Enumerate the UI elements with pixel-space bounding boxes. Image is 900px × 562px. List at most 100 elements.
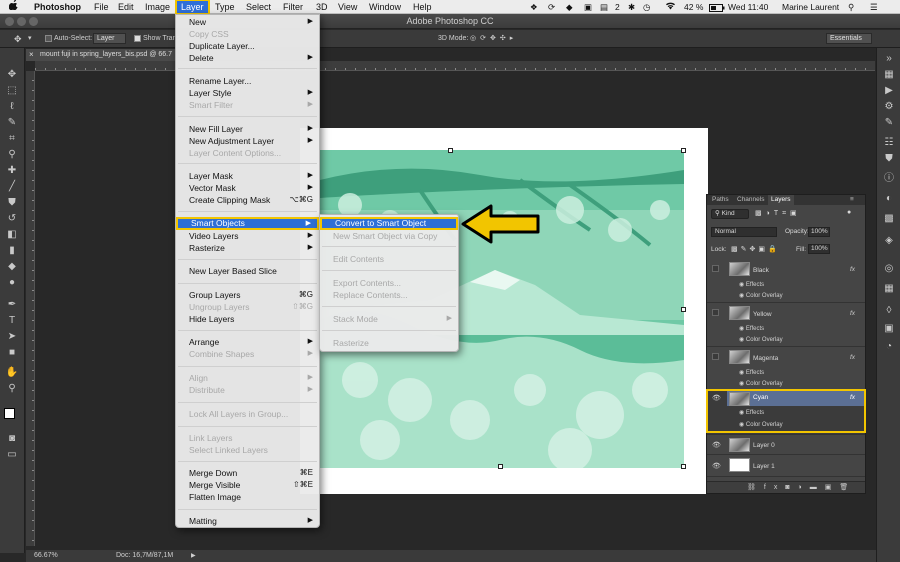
dodge-icon[interactable]: ● [3,276,21,289]
tab-paths[interactable]: Paths [709,195,732,205]
horizontal-ruler[interactable] [35,61,875,71]
menu-item-copy-css[interactable]: Copy CSS [176,28,319,40]
notification-center-icon[interactable]: ☰ [870,0,878,14]
type-icon[interactable]: T [3,314,21,327]
color-icon[interactable]: ◐ [881,192,897,205]
grid-icon[interactable]: ▦ [881,282,897,295]
clock[interactable]: Wed 11:40 [728,0,768,14]
eye-icon[interactable]: ◉ [739,326,744,332]
menu-item-ungroup-layers[interactable]: Ungroup Layers ⇧⌘G [176,301,319,313]
transform-handle[interactable] [448,148,453,153]
quick-select-icon[interactable]: ✎ [3,116,21,129]
menu-item-hide-layers[interactable]: Hide Layers [176,313,319,325]
menu-edit[interactable]: Edit [118,0,134,14]
menu-item-create-clipping-mask[interactable]: Create Clipping Mask ⌥⌘G [176,194,319,206]
menu-item-arrange[interactable]: Arrange ▶ [176,336,319,348]
menu-item-select-linked-layers[interactable]: Select Linked Layers [176,444,319,456]
brushes-icon[interactable]: ✎ [881,116,897,129]
histogram-icon[interactable]: ▦ [881,68,897,81]
show-transform-checkbox[interactable]: Show Trans [134,34,180,44]
auto-select-dropdown[interactable]: Layer [93,33,126,44]
visibility-eye-icon[interactable]: 👁 [712,462,721,470]
rectangle-icon[interactable]: ■ [3,346,21,359]
filter-toggle-icon[interactable]: ● [847,209,851,216]
timeline-icon[interactable]: ◔ [881,340,897,353]
layers-icon[interactable]: ◈ [881,234,897,247]
dropbox-icon[interactable]: ❖ [530,0,538,14]
menu-window[interactable]: Window [369,0,401,14]
workspace-dropdown[interactable]: Essentials [826,33,872,44]
user-name[interactable]: Marine Laurent [782,0,839,14]
timemachine-icon[interactable]: ◷ [643,0,650,14]
menu-file[interactable]: File [94,0,109,14]
apple-icon[interactable] [8,0,18,14]
fx-icon[interactable]: fx [850,354,855,361]
menu-item-rasterize[interactable]: Rasterize ▶ [176,242,319,254]
move-tool-icon[interactable]: ✥ [14,34,22,44]
layer-name[interactable]: Yellow [753,311,772,318]
zoom-level[interactable]: 66.67% [34,550,58,562]
tab-channels[interactable]: Channels [734,195,767,205]
menu-type[interactable]: Type [215,0,235,14]
move-icon[interactable]: ✥ [3,68,21,81]
screen-icon[interactable]: ▤ [600,0,608,14]
path-select-icon[interactable]: ➤ [3,330,21,343]
channels-icon[interactable]: ◎ [881,262,897,275]
doc-size[interactable]: Doc: 16,7M/87,1M [116,550,173,562]
transform-handle[interactable] [498,464,503,469]
brush-icon[interactable]: ╱ [3,180,21,193]
eraser-icon[interactable]: ◧ [3,228,21,241]
zoom-icon[interactable]: ⚲ [3,382,21,395]
menu-item-new-layer-based-slice[interactable]: New Layer Based Slice [176,265,319,277]
transform-handle[interactable] [681,464,686,469]
tool-preset-chevron-icon[interactable]: ▾ [28,34,32,44]
layer-row[interactable]: Yellow fx ◉ Effects ◉ Color Overlay [707,303,865,347]
layer-row[interactable]: 👁 Layer 0 [707,435,865,455]
transform-handle[interactable] [681,148,686,153]
submenu-item-export-contents[interactable]: Export Contents... [320,277,458,289]
eye-icon[interactable]: ◉ [739,381,744,387]
document-tab[interactable]: mount fuji in spring_layers_bis.psd @ 66… [26,49,176,61]
display-icon[interactable]: ▣ [584,0,592,14]
layer-row[interactable]: Black fx ◉ Effects ◉ Color Overlay [707,259,865,303]
menu-layer[interactable]: Layer [175,0,210,15]
menu-item-new-adjustment-layer[interactable]: New Adjustment Layer ▶ [176,135,319,147]
vertical-ruler[interactable] [26,71,35,546]
battery-icon[interactable] [709,0,725,14]
properties-icon[interactable]: ☷ [881,136,897,149]
layer-name[interactable]: Black [753,267,769,274]
layer-action-icons[interactable]: ⛓fx◙◑▬▣🗑 [747,483,856,491]
play-icon[interactable]: ▶ [881,84,897,97]
menu-item-duplicate-layer[interactable]: Duplicate Layer... [176,40,319,52]
wifi-icon[interactable] [665,0,676,14]
menu-item-merge-visible[interactable]: Merge Visible ⇧⌘E [176,479,319,491]
menu-item-layer-style[interactable]: Layer Style ▶ [176,87,319,99]
menu-image[interactable]: Image [145,0,170,14]
fx-icon[interactable]: fx [850,310,855,317]
layer-name[interactable]: Magenta [753,355,778,362]
status-arrow-icon[interactable]: ▶ [191,550,196,562]
battery-percent[interactable]: 42 % [684,0,703,14]
menu-item-align[interactable]: Align ▶ [176,372,319,384]
clone-source-icon[interactable]: ⛊ [881,152,897,165]
visibility-toggle[interactable] [712,353,719,360]
menu-select[interactable]: Select [246,0,271,14]
eye-icon[interactable]: ◉ [739,370,744,376]
paths-icon[interactable]: ◊ [881,304,897,317]
search-icon[interactable]: ⚲ [848,0,854,14]
bluetooth-icon[interactable]: ✱ [628,0,635,14]
healing-icon[interactable]: ✚ [3,164,21,177]
eye-icon[interactable]: ◉ [739,282,744,288]
pen-icon[interactable]: ✒ [3,298,21,311]
opacity-field[interactable]: 100% [808,227,830,237]
fx-icon[interactable]: fx [850,266,855,273]
hand-icon[interactable]: ✋ [3,366,21,379]
menu-item-layer-content-options[interactable]: Layer Content Options... [176,147,319,159]
menu-view[interactable]: View [338,0,357,14]
menu-item-video-layers[interactable]: Video Layers ▶ [176,230,319,242]
submenu-item-edit-contents[interactable]: Edit Contents [320,253,458,265]
menu-item-vector-mask[interactable]: Vector Mask ▶ [176,182,319,194]
menu-item-link-layers[interactable]: Link Layers [176,432,319,444]
eyedropper-icon[interactable]: ⚲ [3,148,21,161]
blend-mode-dropdown[interactable]: Normal [711,227,777,237]
